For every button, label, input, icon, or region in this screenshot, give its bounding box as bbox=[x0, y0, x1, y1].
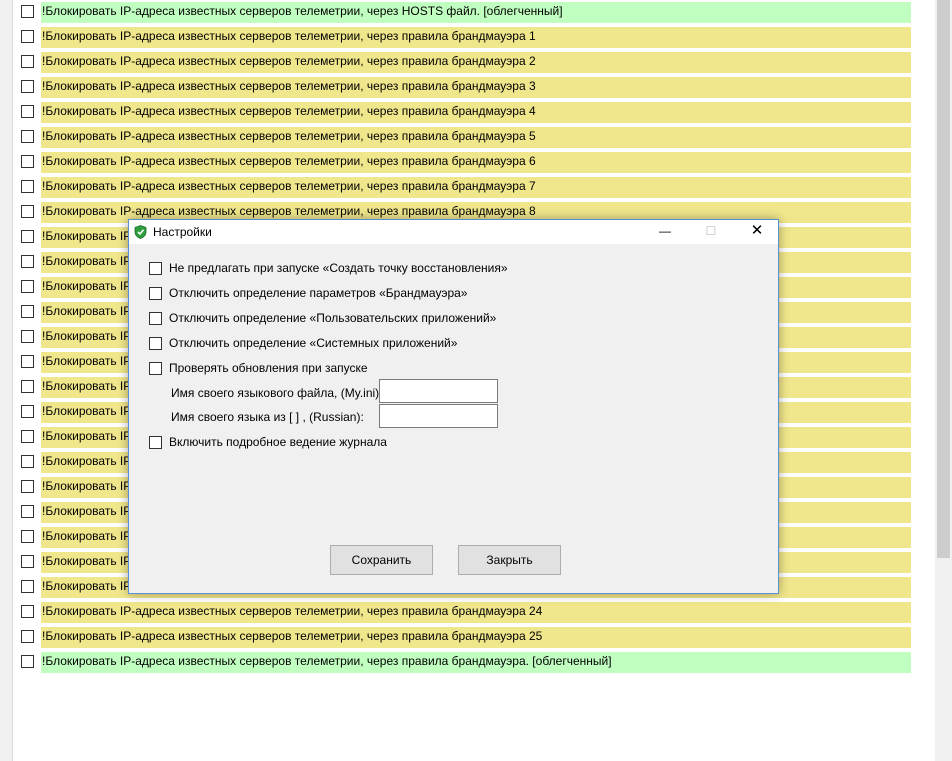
list-item[interactable]: !Блокировать IP-адреса известных серверо… bbox=[0, 50, 935, 75]
list-item-checkbox[interactable] bbox=[21, 280, 34, 293]
list-item-checkbox[interactable] bbox=[21, 5, 34, 18]
checkbox[interactable] bbox=[149, 436, 162, 449]
list-item-checkbox[interactable] bbox=[21, 480, 34, 493]
list-item[interactable]: !Блокировать IP-адреса известных серверо… bbox=[0, 600, 935, 625]
list-item-checkbox[interactable] bbox=[21, 580, 34, 593]
list-item-checkbox[interactable] bbox=[21, 55, 34, 68]
list-item-label: !Блокировать IP-адреса известных серверо… bbox=[41, 152, 911, 173]
scrollbar-thumb[interactable] bbox=[937, 0, 950, 558]
lang-file-label: Имя своего языкового файла, (My.ini): bbox=[171, 386, 383, 400]
list-item-label: !Блокировать IP-адреса известных серверо… bbox=[41, 77, 911, 98]
checkbox[interactable] bbox=[149, 262, 162, 275]
option-label: Проверять обновления при запуске bbox=[169, 361, 368, 375]
list-item-checkbox[interactable] bbox=[21, 355, 34, 368]
shield-check-icon bbox=[134, 225, 147, 239]
list-item[interactable]: !Блокировать IP-адреса известных серверо… bbox=[0, 175, 935, 200]
list-item-label: !Блокировать IP-адреса известных серверо… bbox=[41, 602, 911, 623]
vertical-scrollbar[interactable] bbox=[935, 0, 952, 761]
list-item-checkbox[interactable] bbox=[21, 155, 34, 168]
list-item-checkbox[interactable] bbox=[21, 330, 34, 343]
list-item-label: !Блокировать IP-адреса известных серверо… bbox=[41, 127, 911, 148]
list-item-checkbox[interactable] bbox=[21, 30, 34, 43]
list-item[interactable]: !Блокировать IP-адреса известных серверо… bbox=[0, 650, 935, 675]
list-item-label: !Блокировать IP-адреса известных серверо… bbox=[41, 627, 911, 648]
list-item-checkbox[interactable] bbox=[21, 605, 34, 618]
list-item[interactable]: !Блокировать IP-адреса известных серверо… bbox=[0, 0, 935, 25]
checkbox[interactable] bbox=[149, 337, 162, 350]
list-item-checkbox[interactable] bbox=[21, 105, 34, 118]
list-item-label: !Блокировать IP-адреса известных серверо… bbox=[41, 177, 911, 198]
list-item-label: !Блокировать IP-адреса известных серверо… bbox=[41, 52, 911, 73]
option-label: Включить подробное ведение журнала bbox=[169, 435, 387, 449]
dialog-titlebar[interactable]: Настройки — ☐ ✕ bbox=[129, 220, 778, 244]
list-item-checkbox[interactable] bbox=[21, 230, 34, 243]
list-item-checkbox[interactable] bbox=[21, 530, 34, 543]
list-item-checkbox[interactable] bbox=[21, 505, 34, 518]
list-item-label: !Блокировать IP-адреса известных серверо… bbox=[41, 652, 911, 673]
option-label: Отключить определение параметров «Брандм… bbox=[169, 286, 468, 300]
list-item-checkbox[interactable] bbox=[21, 555, 34, 568]
list-item-checkbox[interactable] bbox=[21, 180, 34, 193]
minimize-button[interactable]: — bbox=[642, 220, 688, 244]
list-item-label: !Блокировать IP-адреса известных серверо… bbox=[41, 2, 911, 23]
list-item-checkbox[interactable] bbox=[21, 630, 34, 643]
save-button[interactable]: Сохранить bbox=[330, 545, 433, 575]
checkbox[interactable] bbox=[149, 312, 162, 325]
maximize-button[interactable]: ☐ bbox=[688, 220, 734, 244]
list-item[interactable]: !Блокировать IP-адреса известных серверо… bbox=[0, 25, 935, 50]
lang-name-input[interactable] bbox=[379, 404, 498, 428]
list-item-checkbox[interactable] bbox=[21, 255, 34, 268]
option-label: Отключить определение «Системных приложе… bbox=[169, 336, 458, 350]
list-item[interactable]: !Блокировать IP-адреса известных серверо… bbox=[0, 100, 935, 125]
lang-name-label: Имя своего языка из [ ] , (Russian): bbox=[171, 410, 364, 424]
list-item-label: !Блокировать IP-адреса известных серверо… bbox=[41, 27, 911, 48]
list-item-checkbox[interactable] bbox=[21, 405, 34, 418]
list-item[interactable]: !Блокировать IP-адреса известных серверо… bbox=[0, 125, 935, 150]
list-item[interactable]: !Блокировать IP-адреса известных серверо… bbox=[0, 625, 935, 650]
list-item-checkbox[interactable] bbox=[21, 430, 34, 443]
list-item-checkbox[interactable] bbox=[21, 455, 34, 468]
option-label: Отключить определение «Пользовательских … bbox=[169, 311, 497, 325]
option-label: Не предлагать при запуске «Создать точку… bbox=[169, 261, 508, 275]
dialog-title: Настройки bbox=[153, 225, 212, 239]
checkbox[interactable] bbox=[149, 362, 162, 375]
lang-file-input[interactable] bbox=[379, 379, 498, 403]
list-item-checkbox[interactable] bbox=[21, 655, 34, 668]
list-item-checkbox[interactable] bbox=[21, 205, 34, 218]
close-button[interactable]: Закрыть bbox=[458, 545, 561, 575]
list-item-label: !Блокировать IP-адреса известных серверо… bbox=[41, 102, 911, 123]
list-item-checkbox[interactable] bbox=[21, 80, 34, 93]
list-item-checkbox[interactable] bbox=[21, 380, 34, 393]
list-item[interactable]: !Блокировать IP-адреса известных серверо… bbox=[0, 75, 935, 100]
close-window-button[interactable]: ✕ bbox=[734, 220, 780, 244]
list-item[interactable]: !Блокировать IP-адреса известных серверо… bbox=[0, 150, 935, 175]
settings-dialog: Настройки — ☐ ✕ Не предлагать при запуск… bbox=[128, 219, 779, 594]
list-item-checkbox[interactable] bbox=[21, 305, 34, 318]
checkbox[interactable] bbox=[149, 287, 162, 300]
list-item-checkbox[interactable] bbox=[21, 130, 34, 143]
